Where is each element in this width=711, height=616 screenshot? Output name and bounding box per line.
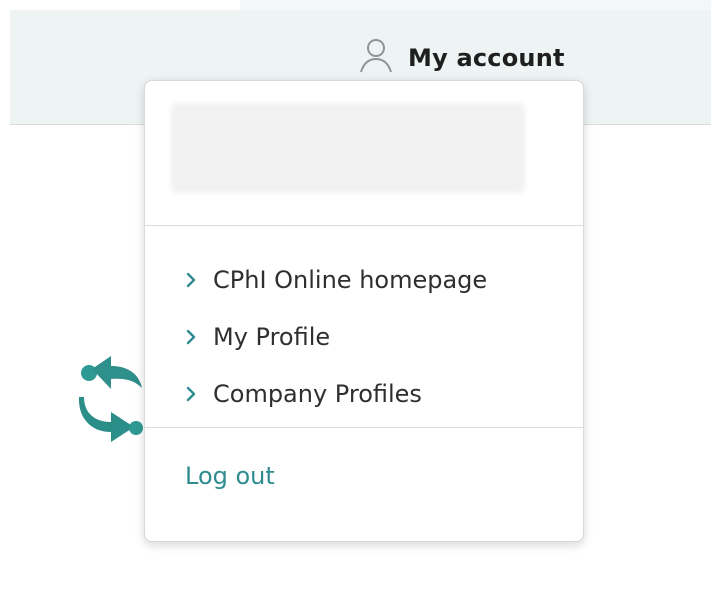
menu-item-my-profile[interactable]: My Profile (185, 308, 487, 365)
menu-item-label: Company Profiles (213, 379, 422, 408)
dropdown-divider-top (145, 225, 583, 226)
sync-arrows-icon (76, 352, 146, 447)
menu-item-cphi-online-homepage[interactable]: CPhI Online homepage (185, 251, 487, 308)
chevron-right-icon (186, 386, 196, 401)
chevron-right-icon (186, 272, 196, 287)
my-account-button[interactable]: My account (356, 38, 565, 78)
menu-item-label: My Profile (213, 322, 331, 351)
my-account-label: My account (408, 44, 565, 72)
blurred-user-info (171, 103, 525, 193)
user-icon (356, 36, 396, 80)
menu-item-company-profiles[interactable]: Company Profiles (185, 365, 487, 422)
menu-item-label: CPhI Online homepage (213, 265, 488, 294)
account-dropdown-menu: CPhI Online homepage My Profile Company … (144, 80, 584, 542)
logout-link[interactable]: Log out (185, 462, 275, 490)
account-menu-list: CPhI Online homepage My Profile Company … (185, 251, 487, 422)
dropdown-divider-bottom (145, 427, 583, 428)
chevron-right-icon (186, 329, 196, 344)
header-glare (240, 0, 711, 10)
